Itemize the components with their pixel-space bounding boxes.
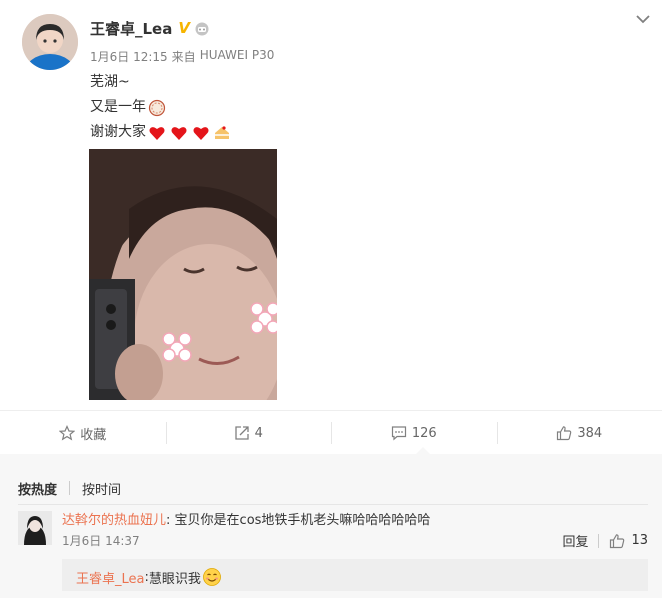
chevron-down-icon[interactable] — [634, 12, 652, 26]
source-prefix: 来自 — [171, 50, 196, 64]
heart-icon — [171, 126, 187, 140]
repost-count: 4 — [254, 425, 263, 441]
comments-divider — [18, 504, 648, 505]
reply-text: 慧眼识我 — [148, 571, 201, 587]
comment-text: 宝贝你是在cos地铁手机老头嘛哈哈哈哈哈哈 — [174, 513, 431, 528]
smile-emoji-icon — [202, 568, 221, 586]
author-row: 王睿卓_Lea V — [90, 18, 210, 38]
sort-separator — [69, 481, 71, 495]
comment-count: 126 — [411, 425, 437, 441]
reply-username[interactable]: 王睿卓_Lea — [76, 568, 144, 587]
author-name[interactable]: 王睿卓_Lea — [90, 18, 172, 39]
comment-like-count: 13 — [631, 533, 648, 548]
comment-like-button[interactable]: 13 — [609, 533, 648, 549]
cake-emoji-icon — [215, 125, 229, 139]
author-avatar[interactable] — [22, 14, 78, 70]
comment-separator: : — [166, 513, 171, 528]
reply-box: 王睿卓_Lea: 慧眼识我 — [62, 559, 648, 591]
post-text: 芜湖~ 又是一年 谢谢大家 — [90, 70, 231, 145]
repost-button[interactable]: 4 — [165, 420, 332, 446]
repost-icon — [234, 426, 249, 440]
comment-content: 达斡尔的热血妞儿: 宝贝你是在cos地铁手机老头嘛哈哈哈哈哈哈 — [62, 509, 430, 528]
post-line-2: 又是一年 — [90, 95, 231, 120]
comment-actions: 回复 13 — [562, 531, 648, 550]
post-photo[interactable] — [89, 149, 277, 400]
favorite-label: 收藏 — [80, 427, 107, 443]
comment-icon — [391, 426, 406, 441]
sort-by-hot[interactable]: 按热度 — [18, 479, 63, 498]
weibo-post-card: 王睿卓_Lea V 1月6日 12:15 来自 HUAWEI P30 芜湖~ 又… — [0, 0, 662, 598]
comment-sort-tabs: 按热度 按时间 — [18, 479, 127, 498]
comment-avatar[interactable] — [18, 511, 52, 545]
comment-time: 1月6日 14:37 — [62, 534, 140, 548]
post-divider — [0, 410, 662, 411]
reply-button[interactable]: 回复 — [562, 531, 598, 550]
favorite-button[interactable]: 收藏 — [0, 420, 166, 446]
action-bar: 收藏 4 126 384 — [0, 420, 662, 446]
post-line-3: 谢谢大家 — [90, 120, 231, 145]
star-icon — [59, 425, 76, 441]
post-date[interactable]: 1月6日 12:15 — [90, 48, 168, 65]
comment-action-separator — [598, 533, 600, 548]
verified-v-icon: V — [178, 18, 190, 37]
heart-icon — [149, 126, 165, 140]
reply-content: 王睿卓_Lea: 慧眼识我 — [76, 567, 222, 587]
comment-username[interactable]: 达斡尔的热血妞儿 — [62, 513, 166, 528]
thumbs-up-icon — [610, 533, 625, 548]
post-source: HUAWEI P30 — [199, 48, 275, 62]
post-line-1: 芜湖~ — [90, 74, 130, 90]
sort-by-time[interactable]: 按时间 — [76, 479, 127, 498]
comment-button[interactable]: 126 — [331, 420, 497, 446]
like-button[interactable]: 384 — [496, 420, 662, 446]
robot-icon — [195, 22, 209, 36]
heart-icon — [193, 126, 209, 140]
like-count: 384 — [577, 425, 603, 441]
thumbs-up-icon — [557, 426, 572, 441]
pie-emoji-icon — [148, 99, 166, 116]
post-meta: 1月6日 12:15 来自 HUAWEI P30 — [90, 48, 274, 65]
